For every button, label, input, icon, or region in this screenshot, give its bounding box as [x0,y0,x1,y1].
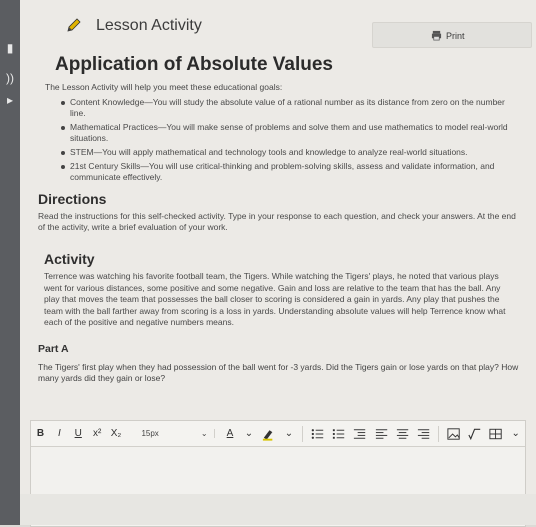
goals-list: Content Knowledge—You will study the abs… [38,97,524,183]
image-icon[interactable] [446,427,461,441]
italic-button[interactable]: I [50,428,69,439]
chevron-down-icon[interactable]: ⌄ [239,428,258,439]
activity-text: Terrence was watching his favorite footb… [44,271,506,327]
font-color-button[interactable]: A [221,428,240,439]
highlighter-icon[interactable] [261,427,276,441]
goal-item: 21st Century Skills—You will use critica… [61,161,524,183]
chevron-down-icon[interactable]: ⌄ [506,428,525,439]
activity-heading: Activity [44,251,95,267]
tool-icon[interactable]: ▸ [2,92,18,108]
chevron-down-icon[interactable]: ⌄ [279,428,298,439]
print-label: Print [446,30,465,41]
equation-icon[interactable] [467,427,482,441]
align-right-icon[interactable] [416,427,431,441]
goal-item: STEM—You will apply mathematical and tec… [61,147,524,158]
directions-text: Read the instructions for this self-chec… [38,211,516,232]
superscript-button[interactable]: x² [88,428,107,439]
indent-icon[interactable] [352,427,367,441]
header: Lesson Activity Print [20,0,536,48]
editor-toolbar: B I U x² X₂ 15px ⌄ A ⌄ ⌄ ⌄ [31,421,525,447]
menu-icon[interactable]: ▮ [2,40,18,56]
header-title: Lesson Activity [96,17,202,34]
font-size-select[interactable]: 15px ⌄ [141,429,215,438]
align-left-icon[interactable] [374,427,389,441]
print-button[interactable]: Print [372,22,532,48]
audio-icon[interactable]: )) [2,70,18,86]
chevron-down-icon: ⌄ [200,429,208,438]
part-a-heading: Part A [38,342,69,355]
content: Application of Absolute Values The Lesso… [38,54,524,392]
answer-input[interactable] [31,447,525,525]
goal-item: Mathematical Practices—You will make sen… [61,122,524,144]
table-icon[interactable] [488,427,503,441]
font-size-value: 15px [141,429,159,438]
lesson-page: Lesson Activity Print Application of Abs… [20,0,536,527]
numbered-list-icon[interactable] [331,427,346,441]
page-title: Application of Absolute Values [55,54,333,75]
printer-icon [431,30,442,41]
pencil-icon [67,18,81,32]
goal-item: Content Knowledge—You will study the abs… [61,97,524,119]
part-a-question: The Tigers' first play when they had pos… [38,361,519,383]
subscript-button[interactable]: X₂ [107,428,126,439]
align-center-icon[interactable] [395,427,410,441]
left-rail: ▮ )) ▸ [0,0,20,525]
answer-editor: B I U x² X₂ 15px ⌄ A ⌄ ⌄ ⌄ [30,420,526,527]
bullet-list-icon[interactable] [310,427,325,441]
underline-button[interactable]: U [69,428,88,439]
goals-intro: The Lesson Activity will help you meet t… [45,82,283,92]
directions-heading: Directions [38,191,107,207]
bold-button[interactable]: B [31,428,50,439]
